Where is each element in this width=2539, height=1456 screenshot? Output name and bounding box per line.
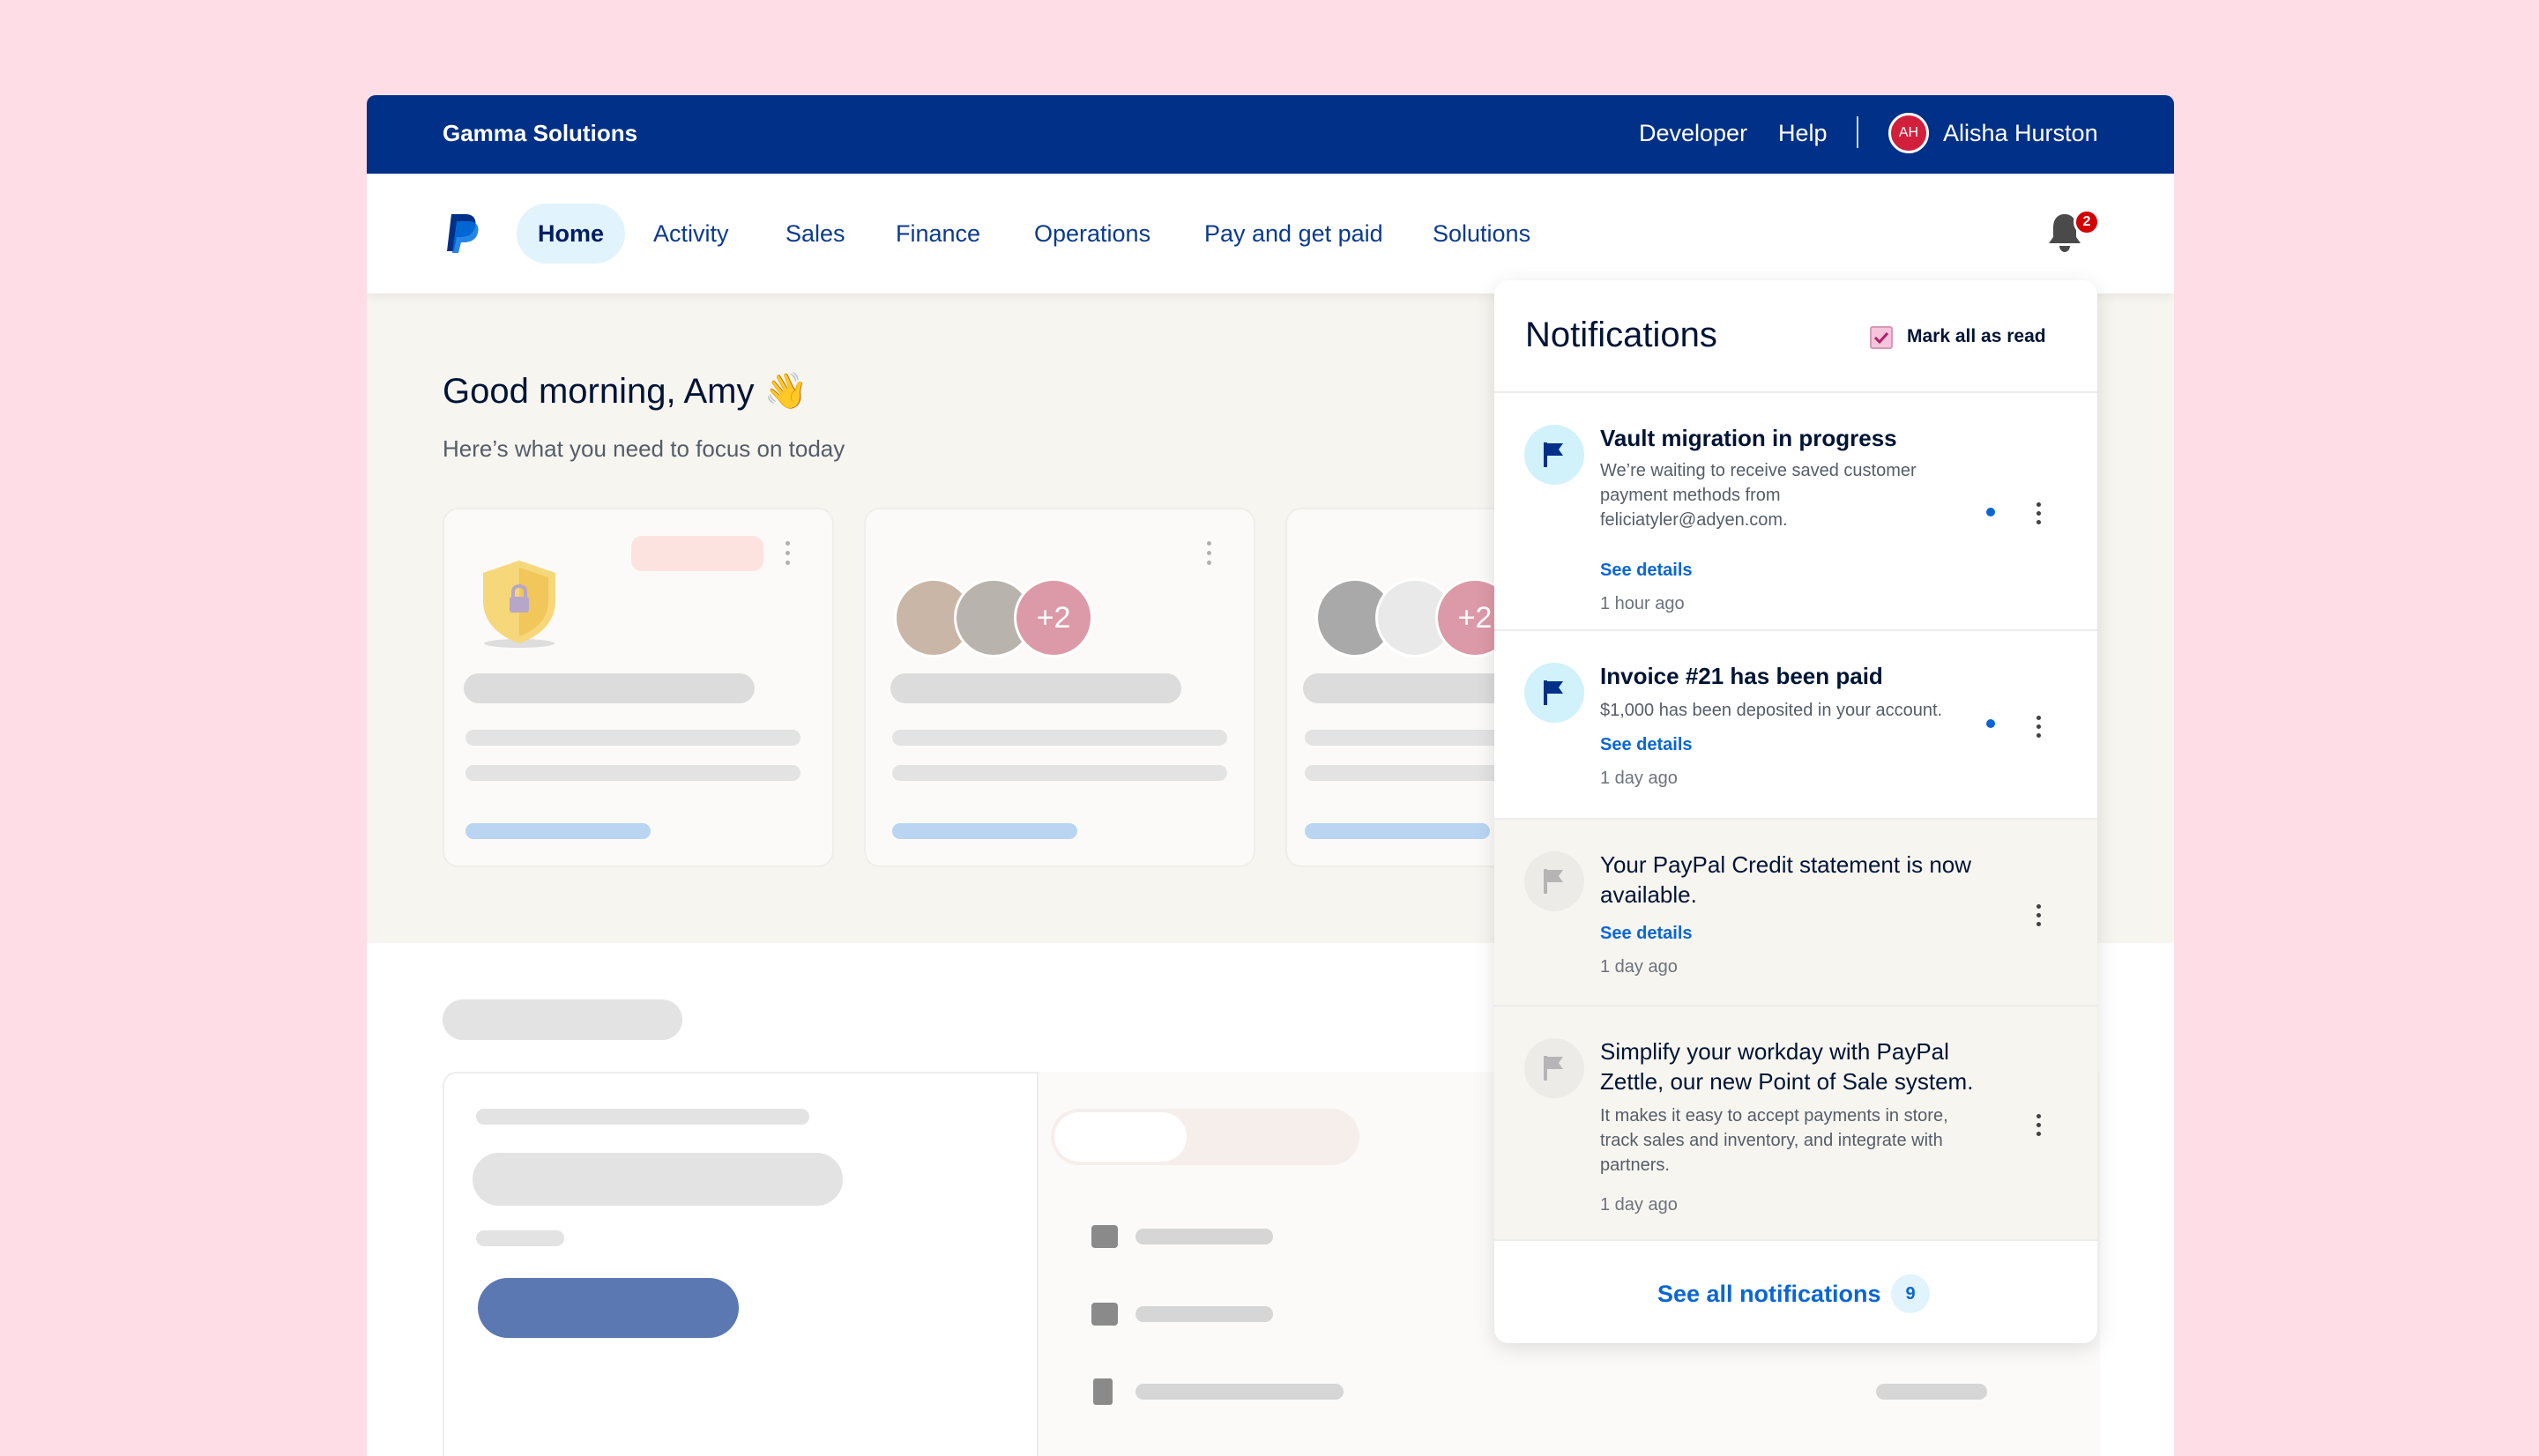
nav-activity[interactable]: Activity [632,204,750,264]
action-label-placeholder [1135,1229,1273,1244]
panel-note-placeholder [476,1230,564,1246]
invoice-icon [1093,1378,1113,1405]
notification-time: 1 day ago [1600,957,1678,977]
card-status-pill [631,536,763,571]
notification-time: 1 hour ago [1600,594,1685,613]
notifications-header: Notifications Mark all as read [1494,280,2097,393]
nav-finance[interactable]: Finance [875,204,1001,264]
panel-label-placeholder [476,1109,809,1125]
toggle-knob [1054,1112,1187,1162]
paypal-logo-icon[interactable] [444,212,480,255]
flag-icon [1524,425,1584,485]
action-value-placeholder [1876,1384,1987,1400]
more-options-icon[interactable] [2036,502,2042,525]
money-icon [1091,1303,1118,1326]
card-link-placeholder [892,823,1077,839]
panel-amount-placeholder [473,1153,843,1206]
card-link-placeholder [1305,823,1490,839]
notifications-panel: Notifications Mark all as read Vault mig… [1494,280,2097,1343]
user-avatar[interactable]: AH [1888,113,1929,153]
nav-solutions[interactable]: Solutions [1411,204,1552,264]
see-all-notifications-link[interactable]: See all notifications [1657,1281,1881,1308]
card-title-placeholder [464,673,755,703]
greeting-title: Good morning, Amy 👋 [443,372,808,411]
notification-body: $1,000 has been deposited in your accoun… [1600,701,1943,720]
shield-lock-icon [483,561,555,648]
notification-time: 1 day ago [1600,1195,1678,1215]
transfer-icon [1091,1225,1118,1248]
avatar-overflow-count: +2 [1014,578,1093,657]
nav-operations[interactable]: Operations [1013,204,1172,264]
notifications-title: Notifications [1525,316,1717,354]
notification-time: 1 day ago [1600,769,1678,788]
topbar-divider [1857,116,1858,148]
card-menu-icon[interactable] [785,541,792,568]
card-text-placeholder [465,730,800,746]
unread-indicator [1986,719,1995,728]
card-text-placeholder [892,730,1227,746]
section-title-placeholder [443,999,682,1040]
notification-title: Invoice #21 has been paid [1600,663,1883,689]
more-options-icon[interactable] [2036,716,2042,739]
developer-link[interactable]: Developer [1639,120,1747,147]
more-options-icon[interactable] [2036,904,2042,927]
unread-indicator [1986,508,1995,516]
flag-icon [1524,1038,1584,1098]
notification-body: It makes it easy to accept payments in s… [1600,1106,1948,1175]
notification-item[interactable]: Vault migration in progress We’re waitin… [1494,393,2097,631]
notification-body: We’re waiting to receive saved customer … [1600,461,1917,530]
task-card[interactable]: +2 [864,508,1255,867]
nav-pay-and-get-paid[interactable]: Pay and get paid [1183,204,1404,264]
task-card[interactable] [443,508,834,867]
checkmark-icon [1873,331,1889,345]
card-menu-icon[interactable] [1206,541,1213,568]
notification-item[interactable]: Invoice #21 has been paid $1,000 has bee… [1494,631,2097,820]
card-title-placeholder [890,673,1181,703]
mark-all-read-button[interactable]: Mark all as read [1907,326,2046,347]
notification-item[interactable]: Simplify your workday with PayPal Zettle… [1494,1007,2097,1241]
notification-count-badge: 2 [2074,209,2100,235]
flag-icon [1524,851,1584,911]
notification-item[interactable]: Your PayPal Credit statement is now avai… [1494,820,2097,1007]
nav-home[interactable]: Home [517,204,626,264]
user-name[interactable]: Alisha Hurston [1943,120,2098,147]
card-text-placeholder [465,765,800,781]
see-details-link[interactable]: See details [1600,735,1693,755]
business-name: Gamma Solutions [443,120,638,146]
help-link[interactable]: Help [1778,120,1828,147]
top-bar: Gamma Solutions Developer Help AH Alisha… [367,95,2174,174]
card-text-placeholder [892,765,1227,781]
notification-title: Simplify your workday with PayPal Zettle… [1600,1038,1974,1095]
action-label-placeholder [1135,1306,1273,1322]
see-details-link[interactable]: See details [1600,561,1693,581]
greeting-subtitle: Here’s what you need to focus on today [443,435,845,462]
primary-action-button[interactable] [478,1278,739,1338]
main-nav: Home Activity Sales Finance Operations P… [367,174,2174,293]
notifications-count-badge: 9 [1891,1274,1930,1313]
card-link-placeholder [465,823,651,839]
notification-title: Your PayPal Credit statement is now avai… [1600,851,1972,908]
notification-title: Vault migration in progress [1600,425,1897,451]
see-details-link[interactable]: See details [1600,924,1693,944]
flag-icon [1524,663,1584,723]
mark-all-checkbox[interactable] [1870,326,1893,349]
action-label-placeholder [1135,1384,1344,1400]
more-options-icon[interactable] [2036,1114,2042,1137]
nav-sales[interactable]: Sales [764,204,867,264]
